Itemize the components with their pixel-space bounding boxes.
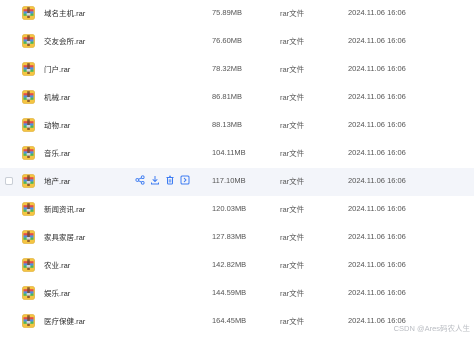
file-date: 2024.11.06 16:06 <box>348 176 406 185</box>
watermark: CSDN @Ares码农人生 <box>393 324 470 333</box>
file-size: 117.10MB <box>212 176 246 185</box>
rar-file-icon <box>22 174 35 188</box>
file-type: rar文件 <box>280 317 305 326</box>
file-name[interactable]: 地产.rar <box>44 176 70 187</box>
file-row[interactable]: 家具家居.rar 127.83MB rar文件 2024.11.06 16:06 <box>0 224 474 252</box>
file-size: 142.82MB <box>212 260 247 269</box>
file-date: 2024.11.06 16:06 <box>348 64 406 73</box>
file-type: rar文件 <box>280 261 305 270</box>
rar-file-icon <box>22 286 35 300</box>
file-row[interactable]: 娱乐.rar 144.59MB rar文件 2024.11.06 16:06 <box>0 280 474 308</box>
file-type: rar文件 <box>280 289 305 298</box>
file-size: 104.11MB <box>212 148 246 157</box>
file-row[interactable]: 农业.rar 142.82MB rar文件 2024.11.06 16:06 <box>0 252 474 280</box>
file-type: rar文件 <box>280 121 305 130</box>
rar-file-icon <box>22 118 35 132</box>
rar-file-icon <box>22 34 35 48</box>
file-row[interactable]: 地产.rar 117.10MB rar文件 2024.11.06 16:06 <box>0 168 474 196</box>
file-row[interactable]: 音乐.rar 104.11MB rar文件 2024.11.06 16:06 <box>0 140 474 168</box>
file-row[interactable]: 动物.rar 88.13MB rar文件 2024.11.06 16:06 <box>0 112 474 140</box>
delete-icon[interactable] <box>165 175 175 185</box>
file-row[interactable]: 交友会所.rar 76.60MB rar文件 2024.11.06 16:06 <box>0 28 474 56</box>
file-name[interactable]: 域名主机.rar <box>44 8 85 19</box>
file-date: 2024.11.06 16:06 <box>348 120 406 129</box>
file-type: rar文件 <box>280 37 305 46</box>
file-name[interactable]: 农业.rar <box>44 260 70 271</box>
file-size: 127.83MB <box>212 232 247 241</box>
file-name[interactable]: 家具家居.rar <box>44 232 85 243</box>
file-size: 78.32MB <box>212 64 243 73</box>
file-name[interactable]: 医疗保健.rar <box>44 316 85 327</box>
file-size: 120.03MB <box>212 204 247 213</box>
file-name[interactable]: 交友会所.rar <box>44 36 85 47</box>
file-size: 75.89MB <box>212 8 243 17</box>
rar-file-icon <box>22 146 35 160</box>
file-date: 2024.11.06 16:06 <box>348 288 406 297</box>
rar-file-icon <box>22 6 35 20</box>
file-row[interactable]: 机械.rar 86.81MB rar文件 2024.11.06 16:06 <box>0 84 474 112</box>
file-type: rar文件 <box>280 233 305 242</box>
file-size: 88.13MB <box>212 120 243 129</box>
file-size: 86.81MB <box>212 92 243 101</box>
download-icon[interactable] <box>150 175 160 185</box>
rar-file-icon <box>22 202 35 216</box>
more-icon[interactable] <box>180 175 190 185</box>
rar-file-icon <box>22 62 35 76</box>
file-row[interactable]: 门户.rar 78.32MB rar文件 2024.11.06 16:06 <box>0 56 474 84</box>
file-name[interactable]: 音乐.rar <box>44 148 70 159</box>
rar-file-icon <box>22 230 35 244</box>
file-date: 2024.11.06 16:06 <box>348 232 406 241</box>
file-name[interactable]: 机械.rar <box>44 92 70 103</box>
file-size: 164.45MB <box>212 316 247 325</box>
file-name[interactable]: 新闻资讯.rar <box>44 204 85 215</box>
file-type: rar文件 <box>280 93 305 102</box>
row-checkbox[interactable] <box>5 177 13 185</box>
file-size: 76.60MB <box>212 36 243 45</box>
file-name[interactable]: 门户.rar <box>44 64 70 75</box>
file-type: rar文件 <box>280 205 305 214</box>
file-type: rar文件 <box>280 149 305 158</box>
file-row[interactable]: 域名主机.rar 75.89MB rar文件 2024.11.06 16:06 <box>0 0 474 28</box>
file-type: rar文件 <box>280 65 305 74</box>
file-list: 域名主机.rar 75.89MB rar文件 2024.11.06 16:06 交友会… <box>0 0 474 338</box>
file-date: 2024.11.06 16:06 <box>348 36 406 45</box>
file-date: 2024.11.06 16:06 <box>348 92 406 101</box>
file-date: 2024.11.06 16:06 <box>348 8 406 17</box>
file-type: rar文件 <box>280 9 305 18</box>
file-date: 2024.11.06 16:06 <box>348 148 406 157</box>
file-row[interactable]: 新闻资讯.rar 120.03MB rar文件 2024.11.06 16:06 <box>0 196 474 224</box>
file-date: 2024.11.06 16:06 <box>348 204 406 213</box>
share-icon[interactable] <box>135 175 145 185</box>
file-date: 2024.11.06 16:06 <box>348 260 406 269</box>
file-type: rar文件 <box>280 177 305 186</box>
rar-file-icon <box>22 314 35 328</box>
rar-file-icon <box>22 90 35 104</box>
file-name[interactable]: 娱乐.rar <box>44 288 70 299</box>
rar-file-icon <box>22 258 35 272</box>
file-name[interactable]: 动物.rar <box>44 120 70 131</box>
file-size: 144.59MB <box>212 288 247 297</box>
